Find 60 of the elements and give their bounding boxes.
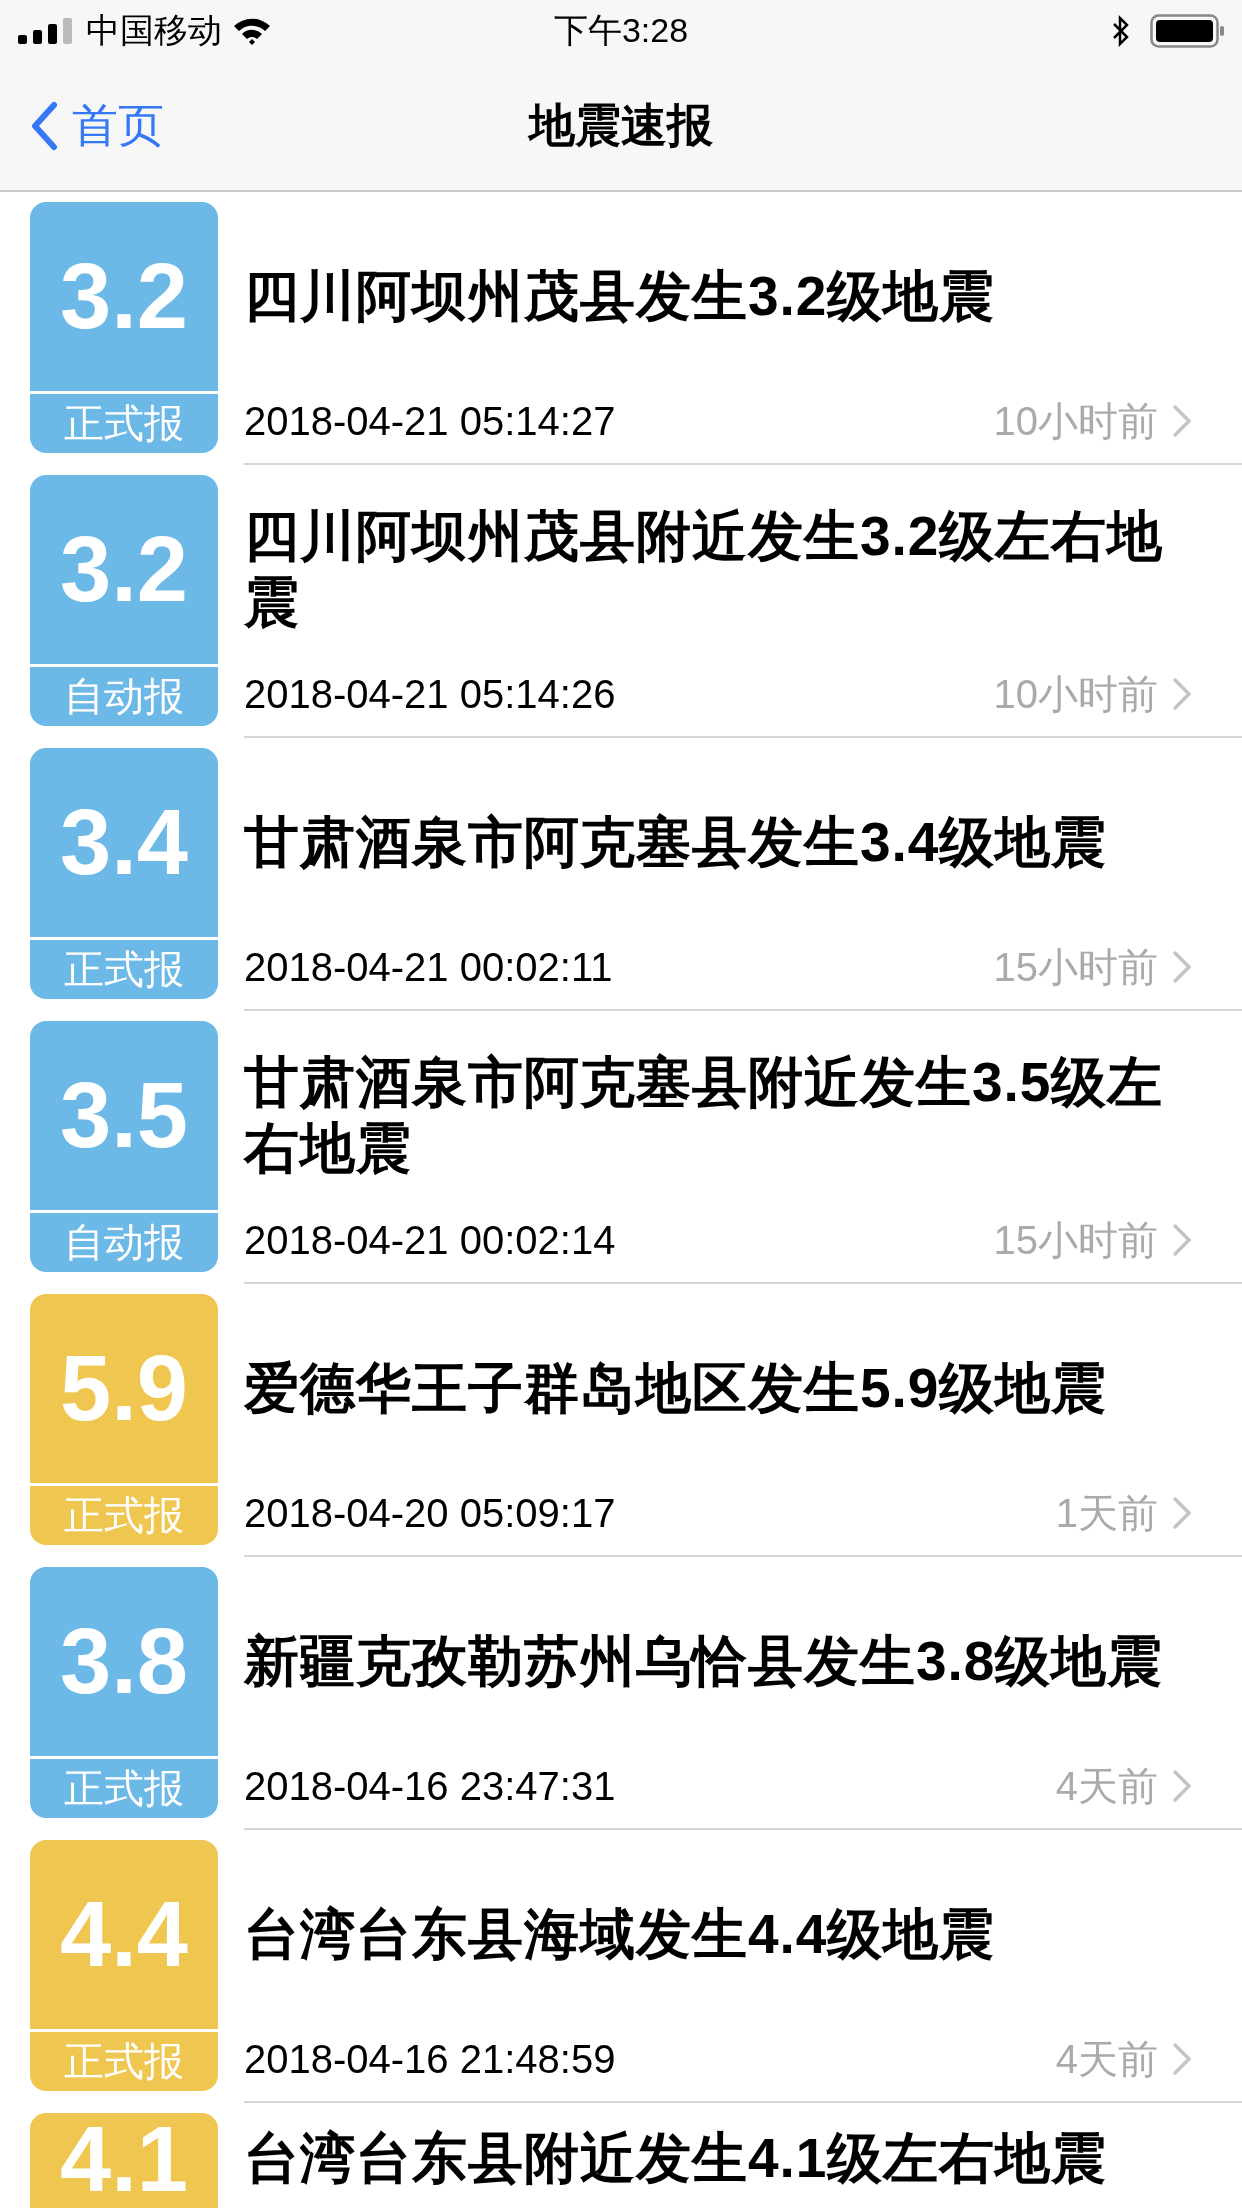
magnitude-value: 3.5: [59, 1063, 189, 1168]
chevron-right-icon: [1172, 404, 1192, 438]
quake-time: 2018-04-21 00:02:14: [244, 1217, 617, 1263]
chevron-right-icon: [1172, 1769, 1192, 1803]
time-ago: 4天前: [1055, 1762, 1158, 1810]
carrier-name: 中国移动: [86, 10, 222, 51]
quake-title: 台湾台东县附近发生4.1级左右地震: [244, 2126, 1108, 2191]
magnitude-value: 4.4: [59, 1882, 189, 1987]
quake-title: 四川阿坝州茂县发生3.2级地震: [244, 264, 996, 329]
report-type: 正式报: [30, 1483, 218, 1545]
chevron-right-icon: [1172, 1223, 1192, 1257]
quake-time: 2018-04-16 23:47:31: [244, 1763, 617, 1809]
quake-title: 四川阿坝州茂县附近发生3.2级左右地震: [244, 504, 1165, 635]
report-type: 自动报: [30, 1210, 218, 1272]
time-ago: 4天前: [1055, 2035, 1158, 2083]
time-ago: 10小时前: [993, 397, 1158, 445]
chevron-left-icon: [30, 101, 58, 151]
report-type: 自动报: [30, 664, 218, 726]
quake-time: 2018-04-21 05:14:26: [244, 671, 617, 717]
quake-row[interactable]: 3.2 自动报 四川阿坝州茂县附近发生3.2级左右地震 2018-04-21 05:14:26 10小时前: [0, 465, 1242, 738]
quake-time: 2018-04-21 00:02:11: [244, 944, 614, 990]
wifi-icon: [232, 16, 272, 46]
magnitude-value: 3.2: [59, 517, 189, 622]
quake-time: 2018-04-16 21:48:59: [244, 2036, 617, 2082]
report-type: 正式报: [30, 1756, 218, 1818]
quake-title: 甘肃酒泉市阿克塞县发生3.4级地震: [244, 810, 1108, 875]
back-button[interactable]: 首页: [30, 95, 164, 157]
time-ago: 10小时前: [993, 670, 1158, 718]
quake-row[interactable]: 4.1 台湾台东县附近发生4.1级左右地震: [0, 2103, 1242, 2208]
report-type: 正式报: [30, 391, 218, 453]
magnitude-value: 3.4: [59, 790, 189, 895]
magnitude-value: 5.9: [59, 1336, 189, 1441]
quake-title: 新疆克孜勒苏州乌恰县发生3.8级地震: [244, 1629, 1164, 1694]
chevron-right-icon: [1172, 1496, 1192, 1530]
time-ago: 15小时前: [993, 1216, 1158, 1264]
page-title: 地震速报: [529, 98, 713, 153]
report-type: 正式报: [30, 2029, 218, 2091]
bluetooth-icon: [1112, 15, 1130, 47]
magnitude-value: 3.2: [59, 244, 189, 349]
battery-icon: [1150, 14, 1224, 48]
quake-row[interactable]: 3.4 正式报 甘肃酒泉市阿克塞县发生3.4级地震 2018-04-21 00:02:11 15小时前: [0, 738, 1242, 1011]
quake-time: 2018-04-21 05:14:27: [244, 398, 617, 444]
quake-row[interactable]: 3.5 自动报 甘肃酒泉市阿克塞县附近发生3.5级左右地震 2018-04-21 00:02:14 15小时前: [0, 1011, 1242, 1284]
quake-row[interactable]: 5.9 正式报 爱德华王子群岛地区发生5.9级地震 2018-04-20 05:09:17 1天前: [0, 1284, 1242, 1557]
time-ago: 1天前: [1055, 1489, 1158, 1537]
chevron-right-icon: [1172, 677, 1192, 711]
quake-title: 爱德华王子群岛地区发生5.9级地震: [244, 1356, 1108, 1421]
magnitude-value: 4.1: [59, 2113, 189, 2208]
quake-time: 2018-04-20 05:09:17: [244, 1490, 617, 1536]
chevron-right-icon: [1172, 950, 1192, 984]
report-type: 正式报: [30, 937, 218, 999]
quake-title: 台湾台东县海域发生4.4级地震: [244, 1902, 996, 1967]
time-ago: 15小时前: [993, 943, 1158, 991]
chevron-right-icon: [1172, 2042, 1192, 2076]
quake-title: 甘肃酒泉市阿克塞县附近发生3.5级左右地震: [244, 1050, 1165, 1181]
quake-row[interactable]: 4.4 正式报 台湾台东县海域发生4.4级地震 2018-04-16 21:48:59 4天前: [0, 1830, 1242, 2103]
magnitude-value: 3.8: [59, 1609, 189, 1714]
quake-row[interactable]: 3.8 正式报 新疆克孜勒苏州乌恰县发生3.8级地震 2018-04-16 23:47:31 4天前: [0, 1557, 1242, 1830]
quake-row[interactable]: 3.2 正式报 四川阿坝州茂县发生3.2级地震 2018-04-21 05:14:27 10小时前: [0, 192, 1242, 465]
status-time: 下午3:28: [553, 10, 689, 51]
